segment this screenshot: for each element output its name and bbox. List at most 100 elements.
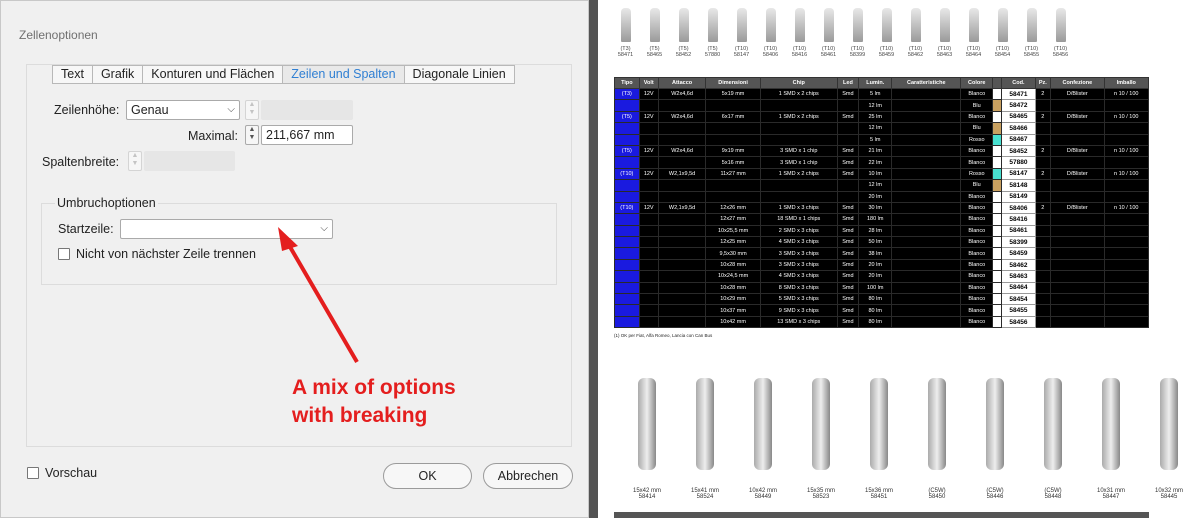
table-cell xyxy=(1034,99,1052,112)
table-cell xyxy=(992,99,1003,112)
table-cell xyxy=(836,179,860,192)
table-cell: 80 lm xyxy=(858,315,893,329)
bulb-image xyxy=(736,8,747,42)
table-header-cell: Cod. xyxy=(1001,77,1036,89)
product-item: (T5) 58465 xyxy=(641,0,668,58)
bulb-image xyxy=(1055,8,1066,42)
bulb-image xyxy=(997,8,1008,42)
table-cell: Blanco xyxy=(960,201,994,215)
festoon-code: 58523 xyxy=(812,494,830,500)
table-cell: 2 xyxy=(1034,201,1052,215)
table-row: 12x25 mm 4 SMD x 3 chips Smd 50 lm Blanco 583… xyxy=(614,236,1150,249)
table-cell: 5 lm xyxy=(858,87,893,101)
table-cell: 3 SMD x 1 chip xyxy=(759,156,838,169)
table-cell: 3 SMD x 3 chips xyxy=(759,247,838,260)
table-cell xyxy=(657,133,707,146)
table-cell: Blanco xyxy=(960,281,994,295)
table-cell xyxy=(992,190,1003,203)
table-cell: W2x4,6d xyxy=(657,110,707,124)
table-cell: 58464 xyxy=(1001,281,1036,295)
table-cell: 12V xyxy=(638,201,659,215)
table-header-cell: Lumin. xyxy=(858,77,893,89)
table-cell: 6x17 mm xyxy=(705,110,761,124)
table-cell xyxy=(992,87,1003,101)
table-cell xyxy=(1050,156,1105,169)
festoon-code: 58450 xyxy=(928,494,946,500)
table-cell: 21 lm xyxy=(858,144,893,158)
table-header-cell: Volt xyxy=(638,77,659,89)
table-cell: 10 lm xyxy=(858,167,893,181)
table-cell: 12x26 mm xyxy=(705,201,761,215)
festoon-code: 58524 xyxy=(696,494,714,500)
table-cell xyxy=(614,247,640,260)
table-cell: Blanco xyxy=(960,144,994,158)
table-cell: 3 SMD x 1 chip xyxy=(759,144,838,158)
festoon-image xyxy=(928,378,946,470)
table-cell: 9,5x30 mm xyxy=(705,247,761,260)
table-cell: 30 lm xyxy=(858,201,893,215)
festoon-image xyxy=(812,378,830,470)
table-cell xyxy=(1050,190,1105,203)
table-cell xyxy=(891,179,962,192)
product-item: (T10) 58459 xyxy=(873,0,900,58)
table-cell xyxy=(891,270,962,283)
table-header-cell: Tipo xyxy=(614,77,640,89)
table-cell xyxy=(992,156,1003,169)
product-item: (T10) 58456 xyxy=(1047,0,1074,58)
table-cell: 58455 xyxy=(1001,304,1036,317)
table-cell xyxy=(836,190,860,203)
table-cell xyxy=(891,213,962,226)
table-cell xyxy=(638,236,659,249)
table-cell: D/Blister xyxy=(1050,87,1105,101)
festoon-item: 15x36 mm 58451 xyxy=(850,378,908,500)
table-cell xyxy=(759,179,838,192)
table-cell: 9x19 mm xyxy=(705,144,761,158)
festoon-images-row: 15x42 mm 58414 15x41 mm 58524 10x42 mm 58449 1… xyxy=(618,378,1194,500)
product-code: 58455 xyxy=(1023,52,1040,58)
annotation-line-2: with breaking xyxy=(292,404,428,427)
festoon-image xyxy=(638,378,656,470)
table-cell: 5x19 mm xyxy=(705,87,761,101)
table-cell xyxy=(891,236,962,249)
table-header-cell: Confezione xyxy=(1050,77,1105,89)
table-cell: D/Blister xyxy=(1050,110,1105,124)
product-code: 58463 xyxy=(936,52,953,58)
table-cell xyxy=(705,122,761,135)
annotation-text: A mix of options with breaking xyxy=(292,374,456,430)
table-cell xyxy=(1050,179,1105,192)
product-code: 58471 xyxy=(617,52,634,58)
table-cell: Smd xyxy=(836,236,860,249)
table-cell: 80 lm xyxy=(858,293,893,306)
table-cell xyxy=(657,281,707,295)
table-row: 12 lm Blu 58148 xyxy=(614,179,1150,192)
table-cell: 10x29 mm xyxy=(705,293,761,306)
table-cell xyxy=(759,99,838,112)
table-cell: (T5) xyxy=(614,144,640,158)
table-cell: (T5) xyxy=(614,110,640,124)
table-cell: 58472 xyxy=(1001,99,1036,112)
table-cell: D/Blister xyxy=(1050,167,1105,181)
table-cell: n 10 / 100 xyxy=(1103,110,1150,124)
table-cell xyxy=(1050,258,1105,272)
bulb-image xyxy=(852,8,863,42)
festoon-item: (C5W) 58446 xyxy=(966,378,1024,500)
table-cell: 10x24,5 mm xyxy=(705,270,761,283)
table-row: 12 lm Blu 58472 xyxy=(614,99,1150,112)
table-cell xyxy=(614,156,640,169)
table-cell: 12 lm xyxy=(858,179,893,192)
table-cell: 58461 xyxy=(1001,224,1036,238)
table-cell: 57880 xyxy=(1001,156,1036,169)
table-header-cell: Led xyxy=(836,77,860,89)
product-item: (T5) 58452 xyxy=(670,0,697,58)
table-cell xyxy=(992,236,1003,249)
table-cell xyxy=(614,236,640,249)
table-header-cell: Pz. xyxy=(1034,77,1052,89)
annotation-arrow xyxy=(278,227,359,364)
table-cell xyxy=(614,304,640,317)
table-cell: (T10) xyxy=(614,167,640,181)
table-cell: 12V xyxy=(638,110,659,124)
table-cell: 12V xyxy=(638,144,659,158)
table-cell xyxy=(891,224,962,238)
festoon-code: 58449 xyxy=(754,494,772,500)
product-item: (T10) 58461 xyxy=(815,0,842,58)
